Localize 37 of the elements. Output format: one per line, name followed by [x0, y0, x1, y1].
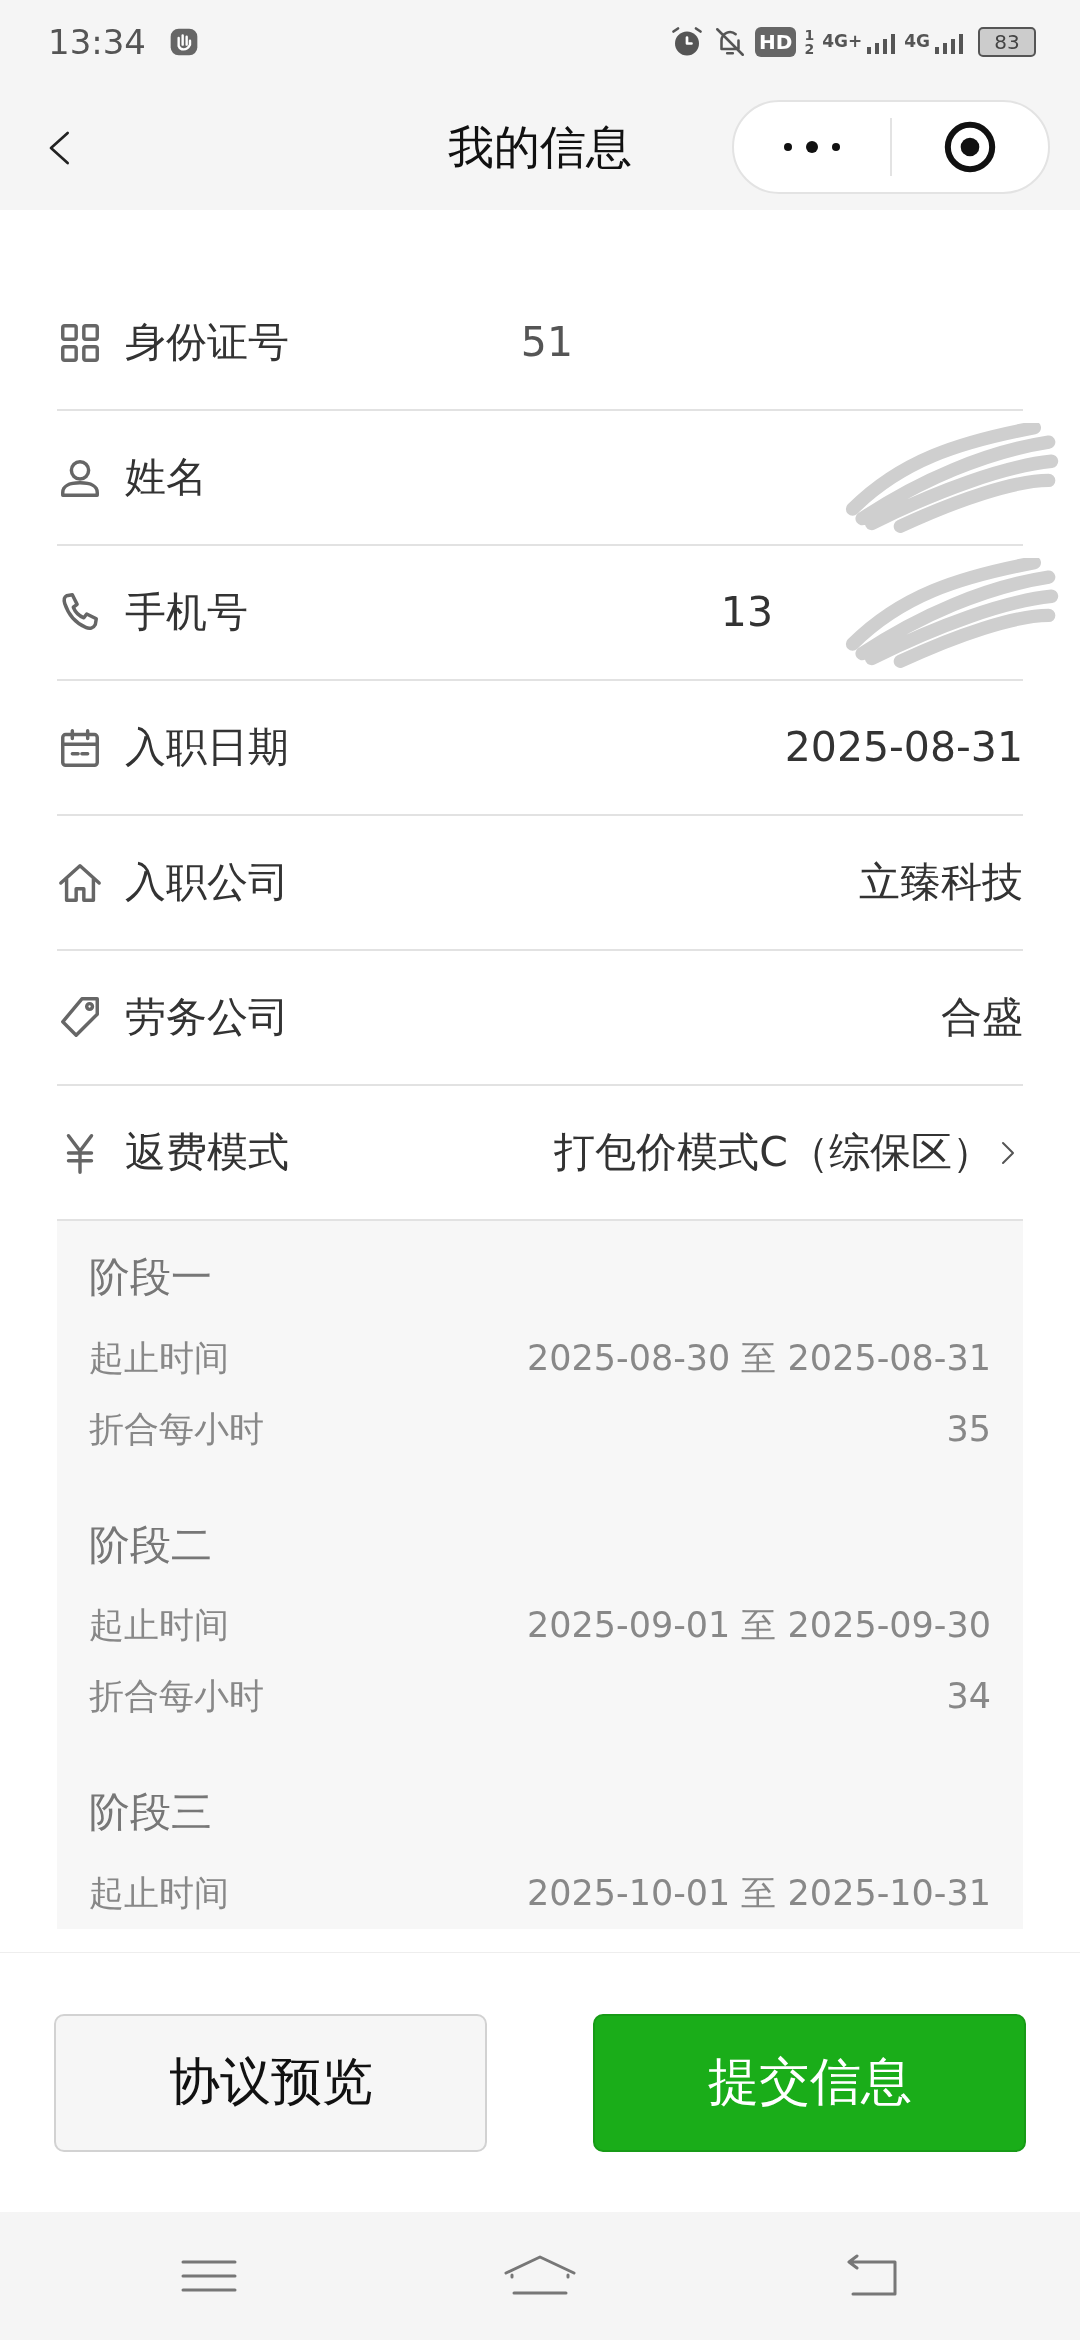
hd-label: HD: [755, 27, 797, 57]
stage-title: 阶段二: [89, 1519, 213, 1571]
target-icon: [942, 119, 998, 175]
preview-button[interactable]: 协议预览: [54, 2013, 487, 2152]
page-title: 我的信息: [448, 118, 632, 176]
stage-label: 折合每小时: [89, 1675, 264, 1719]
hand-icon: [168, 26, 200, 58]
field-label: 身份证号: [125, 316, 289, 368]
field-label: 姓名: [125, 451, 207, 503]
stage-value: 2025-10-01 至 2025-10-31: [526, 1871, 991, 1915]
field-value[interactable]: 打包价模式C（综保区）: [554, 1121, 993, 1184]
network-label: 4G: [904, 30, 930, 54]
field-value: 2025-08-31: [784, 721, 1023, 773]
sim-slot: 1: [804, 28, 815, 42]
stage-value: 2025-09-01 至 2025-09-30: [526, 1604, 991, 1648]
field-value: 合盛: [941, 991, 1023, 1043]
field-label: 返费模式: [125, 1126, 289, 1178]
stage-label: 折合每小时: [89, 1407, 264, 1451]
field-label: 入职日期: [125, 721, 289, 773]
field-label: 手机号: [125, 586, 248, 638]
field-value: 51: [520, 316, 573, 368]
stage-label: 起止时间: [89, 1604, 229, 1648]
stage-value: 2025-08-30 至 2025-08-31: [526, 1336, 991, 1380]
network-label: 4G+: [822, 30, 863, 54]
stage-title: 阶段一: [89, 1252, 213, 1303]
field-label: 入职公司: [125, 856, 289, 908]
stage-label: 起止时间: [89, 1336, 229, 1380]
field-value: 13: [720, 586, 773, 638]
sim-slot: 2: [804, 42, 815, 56]
field-value: 立臻科技: [859, 856, 1023, 908]
stage-title: 阶段三: [89, 1787, 213, 1838]
stage-value: 34: [946, 1675, 991, 1719]
field-label: 劳务公司: [125, 991, 289, 1043]
status-time: 13:34: [48, 20, 146, 64]
stage-label: 起止时间: [89, 1871, 229, 1915]
stage-value: 35: [946, 1407, 991, 1451]
battery-indicator: 83: [978, 27, 1036, 57]
